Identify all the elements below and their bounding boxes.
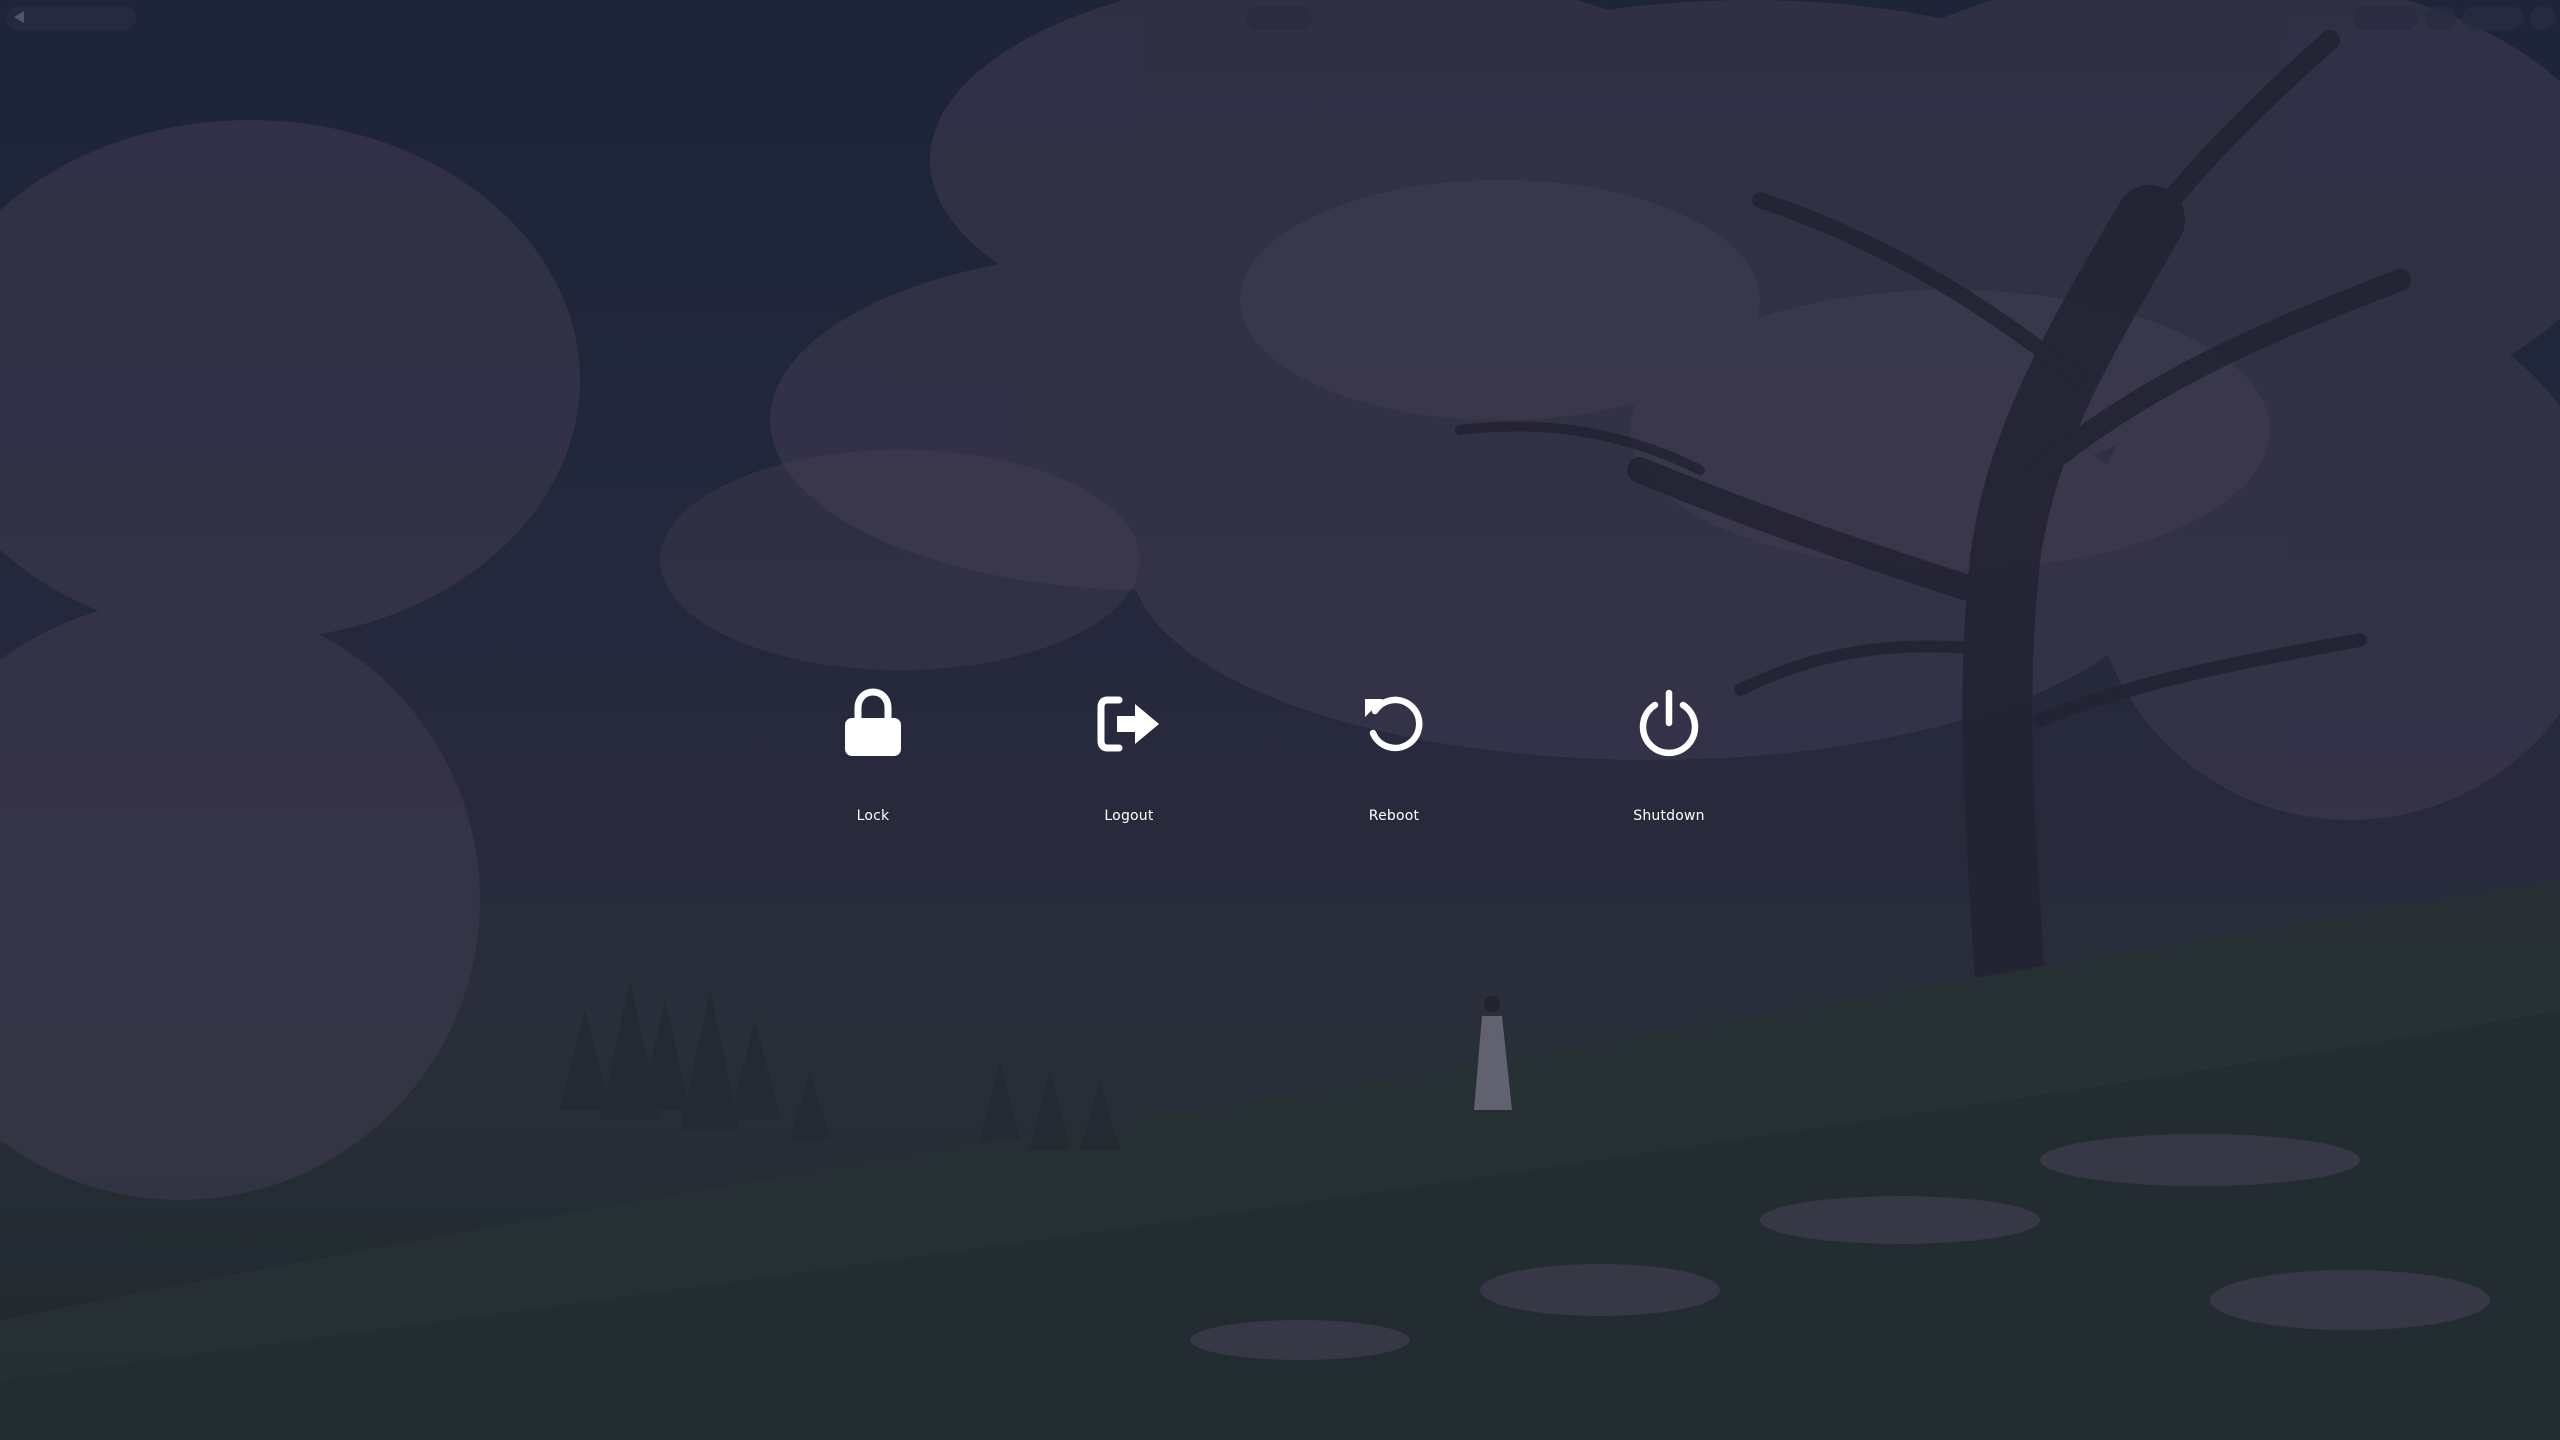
- shutdown-button[interactable]: Shutdown: [1559, 660, 1779, 840]
- lock-label: Lock: [856, 808, 890, 824]
- power-menu: Lock Logout Reboot Shutdown: [0, 0, 2560, 1440]
- logout-icon: [1089, 684, 1169, 764]
- lock-button[interactable]: Lock: [763, 660, 983, 840]
- logout-label: Logout: [1104, 808, 1154, 824]
- reboot-icon: [1354, 684, 1434, 764]
- lock-icon: [833, 684, 913, 764]
- logout-button[interactable]: Logout: [1019, 660, 1239, 840]
- reboot-label: Reboot: [1368, 808, 1420, 824]
- power-icon: [1629, 684, 1709, 764]
- reboot-button[interactable]: Reboot: [1284, 660, 1504, 840]
- shutdown-label: Shutdown: [1633, 808, 1705, 824]
